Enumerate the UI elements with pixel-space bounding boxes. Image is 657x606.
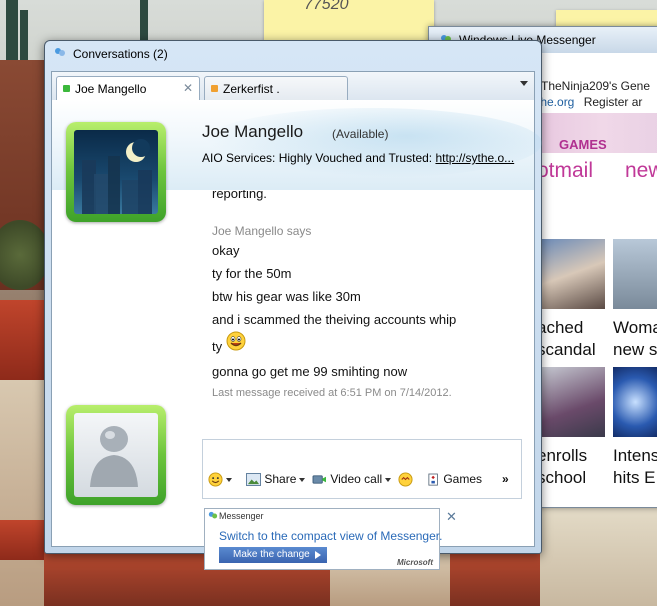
messenger-buddy-icon (208, 511, 218, 519)
message-line: btw his gear was like 30m (212, 289, 361, 304)
microsoft-logo: Microsoft (397, 558, 433, 567)
night-city-moon-picture (74, 130, 158, 214)
share-label: Share (264, 472, 297, 486)
sticky-note-text: 77520 (304, 0, 349, 13)
news-headline[interactable]: Woma (613, 317, 657, 339)
webcam-icon (312, 475, 326, 485)
message-line: ty for the 50m (212, 266, 292, 281)
new-link[interactable]: new (625, 159, 657, 183)
more-button[interactable]: » (502, 472, 509, 492)
conversation-window[interactable]: Conversations (2) Joe Mangello ✕ Zerkerf… (44, 40, 542, 570)
ad-header: Messenger (219, 511, 264, 521)
video-call-button[interactable]: Video call (312, 472, 392, 492)
news-image[interactable] (537, 367, 605, 437)
background-user-name: TheNinja209's Gene (541, 79, 651, 93)
default-messenger-person (74, 413, 158, 497)
news-headline[interactable]: enrolls (537, 445, 587, 467)
news-headline[interactable]: new s (613, 339, 657, 361)
nudge-button[interactable] (398, 472, 413, 492)
message-line: reporting. (212, 190, 267, 201)
status-dot-online (63, 85, 70, 92)
games-label: Games (443, 472, 483, 486)
personal-message-link[interactable]: http://sythe.o... (435, 151, 514, 165)
register-link[interactable]: Register ar (584, 95, 643, 109)
tab-label: Zerkerfist . (223, 82, 280, 96)
games-heading[interactable]: GAMES (559, 137, 607, 152)
header-swirl-decoration (202, 108, 542, 178)
conversation-frame: Joe Mangello ✕ Zerkerfist . Joe Mangello… (51, 71, 542, 570)
window-title: Conversations (2) (73, 47, 168, 61)
roof (0, 520, 44, 560)
tab-bar: Joe Mangello ✕ Zerkerfist . (52, 72, 534, 101)
roof (0, 300, 44, 380)
share-button[interactable]: Share (246, 472, 306, 492)
message-line: gonna go get me 99 smihting now (212, 364, 408, 379)
contact-status: (Available) (332, 127, 389, 141)
background-header-link[interactable]: the.org (537, 95, 574, 109)
picture-icon (246, 473, 261, 487)
emoticon-button[interactable] (208, 472, 232, 492)
messenger-buddy-icon (55, 48, 65, 56)
message-line: okay (212, 243, 240, 258)
last-message-timestamp: Last message received at 6:51 PM on 7/14… (212, 387, 452, 399)
personal-message-text: AIO Services: Highly Vouched and Trusted… (202, 151, 436, 165)
close-icon[interactable]: ✕ (446, 509, 457, 525)
conversation-history[interactable]: reporting. Joe Mangello says okay ty for… (212, 190, 532, 430)
close-icon[interactable]: ✕ (183, 81, 193, 95)
video-call-label: Video call (330, 472, 383, 486)
smiley-icon (208, 472, 223, 487)
compose-toolbar: Share Video call Games » (202, 472, 522, 494)
message-line: ty (212, 339, 223, 354)
news-headline[interactable]: hits E (613, 467, 656, 489)
make-the-change-label: Make the change (233, 549, 310, 560)
compact-view-ad[interactable]: Messenger Switch to the compact view of … (204, 508, 442, 570)
news-headline[interactable]: Intens (613, 445, 657, 467)
games-icon (428, 473, 438, 486)
background-header-links: the.org Register ar (537, 95, 642, 109)
news-image[interactable] (537, 239, 605, 309)
message-line: and i scammed the theiving accounts whip (212, 312, 457, 327)
news-headline[interactable]: ached (537, 317, 583, 339)
user-avatar[interactable] (66, 405, 166, 505)
games-button[interactable]: Games (428, 472, 482, 492)
titlebar[interactable]: Conversations (2) (45, 41, 541, 65)
chevron-down-icon[interactable] (520, 81, 528, 86)
personal-message: AIO Services: Highly Vouched and Trusted… (202, 151, 514, 165)
contact-name: Joe Mangello (202, 122, 304, 141)
church-spire (140, 0, 148, 42)
ad-message[interactable]: Switch to the compact view of Messenger. (219, 529, 442, 543)
nudge-icon (398, 472, 413, 487)
building (0, 380, 44, 606)
news-headline[interactable]: school (537, 467, 586, 489)
sticky-note[interactable]: 77520 (264, 0, 434, 42)
news-image[interactable] (613, 239, 657, 309)
person-icon (90, 426, 138, 487)
play-arrow-icon (315, 551, 321, 559)
hotmail-link[interactable]: otmail (537, 159, 593, 183)
building (540, 505, 657, 606)
news-image[interactable] (613, 367, 657, 437)
status-dot-away (211, 85, 218, 92)
smiley-emoticon-icon (226, 331, 246, 351)
sender-says: Joe Mangello says (212, 224, 312, 238)
contact-avatar[interactable] (66, 122, 166, 222)
tab-zerkerfist[interactable]: Zerkerfist . (204, 76, 348, 101)
news-headline[interactable]: scandal (537, 339, 596, 361)
night-city-moon-icon (82, 139, 152, 214)
tab-label: Joe Mangello (75, 82, 147, 96)
tab-joe-mangello[interactable]: Joe Mangello ✕ (56, 76, 200, 101)
make-the-change-button[interactable]: Make the change (219, 547, 327, 563)
